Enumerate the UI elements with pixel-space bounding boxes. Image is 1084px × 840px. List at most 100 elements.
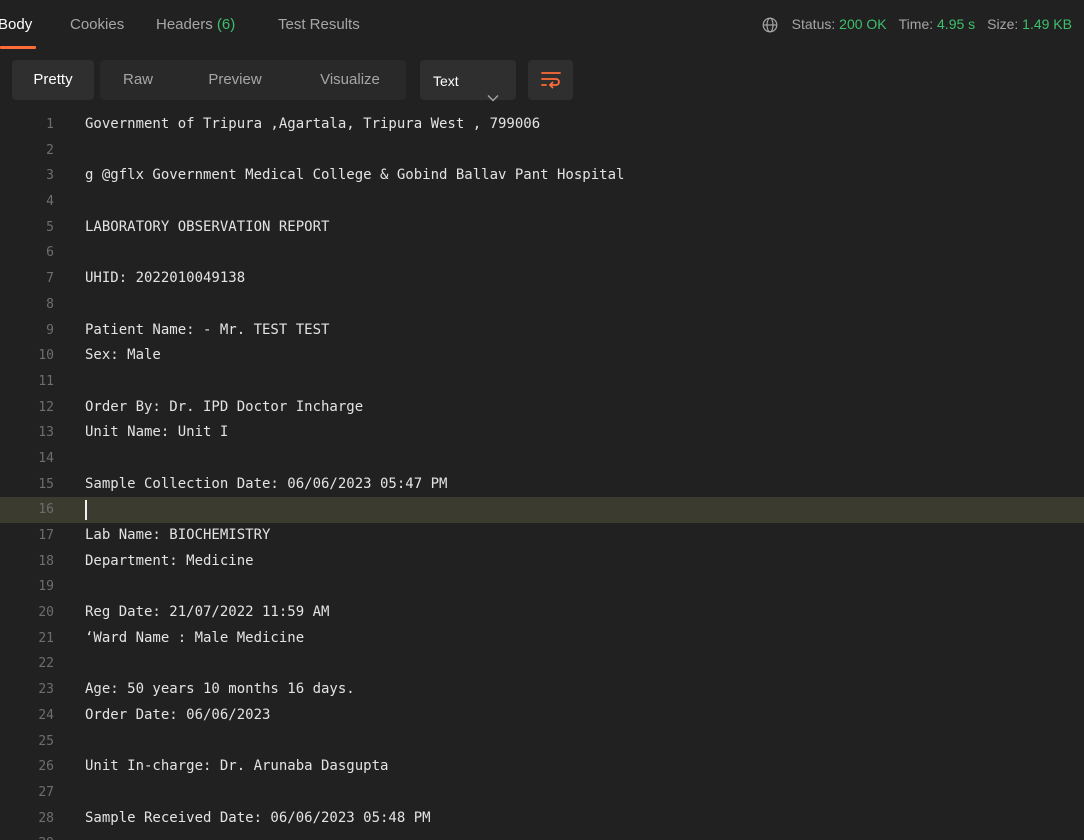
- size-value: 1.49 KB: [1022, 16, 1072, 32]
- editor-line[interactable]: 7 UHID: 2022010049138: [0, 266, 1084, 292]
- line-number: 13: [38, 425, 54, 441]
- wrap-lines-button[interactable]: [528, 60, 573, 100]
- editor-line[interactable]: 12 Order By: Dr. IPD Doctor Incharge: [0, 395, 1084, 421]
- view-preview-button[interactable]: Preview: [190, 60, 280, 100]
- status-value: 200 OK: [839, 16, 887, 32]
- editor-line[interactable]: 27: [0, 780, 1084, 806]
- editor-line[interactable]: 11: [0, 369, 1084, 395]
- line-number: 16: [38, 502, 54, 518]
- editor-line[interactable]: 5 LABORATORY OBSERVATION REPORT: [0, 215, 1084, 241]
- response-panel: Body Cookies Headers (6) Test Results St…: [0, 0, 1084, 840]
- line-number: 14: [38, 450, 54, 466]
- time-label: Time:: [898, 16, 934, 32]
- line-number: 17: [38, 528, 54, 543]
- line-number: 8: [46, 296, 54, 312]
- editor-line[interactable]: 19: [0, 574, 1084, 600]
- tab-headers-label: Headers: [156, 16, 213, 33]
- text-caret: [85, 500, 87, 521]
- line-text: Unit Name: Unit I: [85, 424, 229, 441]
- line-number: 18: [38, 553, 54, 569]
- headers-count-badge: (6): [216, 16, 236, 33]
- view-raw-button[interactable]: Raw: [106, 60, 170, 100]
- line-text: Department: Medicine: [85, 552, 254, 569]
- chevron-down-icon: [487, 76, 499, 102]
- line-text: Government of Tripura ,Agartala, Tripura…: [85, 116, 541, 132]
- editor-line[interactable]: 9 Patient Name: - Mr. TEST TEST: [0, 318, 1084, 344]
- tab-test-results[interactable]: Test Results: [278, 16, 360, 33]
- view-pretty-button[interactable]: Pretty: [12, 60, 94, 100]
- view-toolbar: Pretty Raw Preview Visualize Text: [0, 60, 1084, 102]
- line-number: 15: [38, 476, 54, 492]
- response-time[interactable]: Time: 4.95 s: [899, 16, 976, 32]
- status-code[interactable]: Status: 200 OK: [792, 16, 887, 32]
- response-size[interactable]: Size: 1.49 KB: [987, 16, 1072, 32]
- editor-line[interactable]: 21 ‘Ward Name : Male Medicine: [0, 626, 1084, 652]
- line-text: Order By: Dr. IPD Doctor Incharge: [85, 398, 364, 415]
- tab-cookies[interactable]: Cookies: [70, 16, 124, 33]
- line-text: LABORATORY OBSERVATION REPORT: [85, 218, 330, 235]
- editor-line[interactable]: 28 Sample Received Date: 06/06/2023 05:48…: [0, 806, 1084, 832]
- line-number: 20: [38, 605, 54, 621]
- editor-line[interactable]: 23 Age: 50 years 10 months 16 days.: [0, 677, 1084, 703]
- line-text: Lab Name: BIOCHEMISTRY: [85, 527, 271, 543]
- line-number: 21: [38, 630, 54, 646]
- view-visualize-button[interactable]: Visualize: [300, 60, 400, 100]
- tab-body[interactable]: Body: [0, 16, 32, 33]
- line-number: 23: [38, 682, 54, 698]
- editor-line[interactable]: 22: [0, 651, 1084, 677]
- editor-line[interactable]: 29: [0, 831, 1084, 840]
- wrap-lines-icon: [541, 72, 561, 89]
- globe-icon[interactable]: [762, 17, 778, 33]
- line-number: 5: [46, 219, 54, 235]
- line-number: 6: [46, 245, 54, 261]
- line-text: g @gflx Government Medical College & Gob…: [85, 167, 625, 184]
- editor-line[interactable]: 18 Department: Medicine: [0, 549, 1084, 575]
- response-body-editor[interactable]: 1 Government of Tripura ,Agartala, Tripur…: [0, 112, 1084, 840]
- line-number: 29: [0, 831, 54, 840]
- line-number: 24: [38, 707, 54, 723]
- line-number: 25: [38, 733, 54, 749]
- status-label: Status:: [791, 16, 836, 32]
- size-label: Size:: [987, 16, 1019, 32]
- editor-line[interactable]: 3 g @gflx Government Medical College & Go…: [0, 163, 1084, 189]
- line-number: 12: [38, 399, 54, 415]
- line-text: Age: 50 years 10 months 16 days.: [85, 681, 355, 698]
- line-number: 11: [38, 373, 54, 389]
- editor-line[interactable]: 2: [0, 138, 1084, 164]
- editor-line[interactable]: 20 Reg Date: 21/07/2022 11:59 AM: [0, 600, 1084, 626]
- editor-line[interactable]: 8: [0, 292, 1084, 318]
- editor-line[interactable]: 6: [0, 240, 1084, 266]
- format-select[interactable]: Text: [420, 60, 516, 102]
- line-number: 19: [38, 579, 54, 595]
- editor-line[interactable]: 16: [0, 497, 1084, 523]
- active-tab-indicator: [0, 46, 36, 49]
- editor-line[interactable]: 24 Order Date: 06/06/2023: [0, 703, 1084, 729]
- editor-line[interactable]: 17 Lab Name: BIOCHEMISTRY: [0, 523, 1084, 549]
- editor-line[interactable]: 4: [0, 189, 1084, 215]
- line-text: Patient Name: - Mr. TEST TEST: [85, 321, 330, 338]
- editor-line[interactable]: 10 Sex: Male: [0, 343, 1084, 369]
- tab-headers[interactable]: Headers (6): [156, 16, 235, 33]
- line-number: 28: [38, 810, 54, 826]
- editor-line[interactable]: 1 Government of Tripura ,Agartala, Tripur…: [0, 112, 1084, 138]
- editor-line[interactable]: 26 Unit In-charge: Dr. Arunaba Dasgupta: [0, 754, 1084, 780]
- line-number: 4: [46, 194, 54, 210]
- line-text: Reg Date: 21/07/2022 11:59 AM: [85, 604, 330, 621]
- line-text: Sex: Male: [85, 347, 161, 364]
- editor-line[interactable]: 14: [0, 446, 1084, 472]
- time-value: 4.95 s: [937, 16, 976, 32]
- line-text: Sample Received Date: 06/06/2023 05:48 P…: [85, 809, 431, 826]
- editor-line[interactable]: 13 Unit Name: Unit I: [0, 420, 1084, 446]
- line-number: 7: [46, 271, 54, 287]
- editor-line[interactable]: 15 Sample Collection Date: 06/06/2023 05:…: [0, 472, 1084, 498]
- response-tabbar: Body Cookies Headers (6) Test Results St…: [0, 0, 1084, 50]
- format-select-value: Text: [433, 73, 459, 89]
- line-number: 10: [38, 348, 54, 364]
- line-text: UHID: 2022010049138: [85, 270, 246, 287]
- line-number: 2: [46, 142, 54, 158]
- line-number: 26: [38, 759, 54, 775]
- line-number: 9: [46, 322, 54, 338]
- editor-line[interactable]: 25: [0, 729, 1084, 755]
- line-number: 27: [38, 784, 54, 800]
- line-text: Unit In-charge: Dr. Arunaba Dasgupta: [85, 758, 389, 775]
